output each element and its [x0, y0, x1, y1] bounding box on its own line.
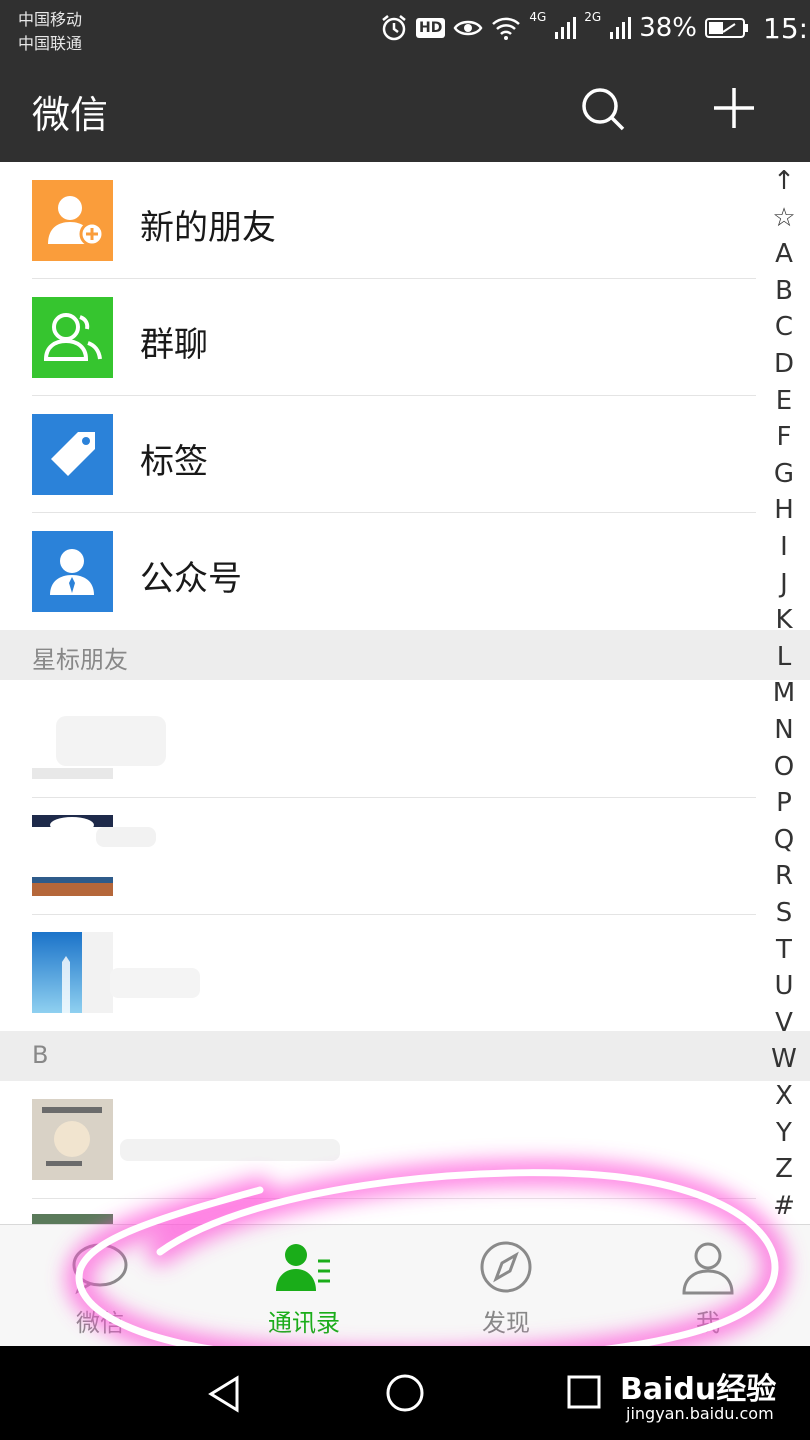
index-letter[interactable]: Z — [766, 1154, 802, 1184]
section-header-starred: 星标朋友 — [0, 630, 810, 680]
index-letter[interactable]: U — [766, 971, 802, 1001]
person-icon — [682, 1242, 734, 1295]
home-icon[interactable] — [384, 1372, 426, 1414]
tab-label: 我 — [696, 1309, 720, 1337]
contact-avatar — [32, 1099, 113, 1180]
index-letter[interactable]: M — [766, 678, 802, 708]
page-title: 微信 — [32, 93, 109, 137]
index-letter[interactable]: S — [766, 898, 802, 928]
contact-name-redacted — [56, 716, 166, 766]
new-friend-icon — [32, 180, 113, 261]
contact-avatar — [32, 1214, 113, 1224]
menu-item-label: 群聊 — [140, 325, 208, 365]
index-letter[interactable]: V — [766, 1008, 802, 1038]
tag-icon — [32, 414, 113, 495]
index-letter[interactable]: R — [766, 861, 802, 891]
index-letter[interactable]: E — [766, 386, 802, 416]
index-letter[interactable]: D — [766, 349, 802, 379]
index-letter[interactable]: P — [766, 788, 802, 818]
carrier-label-1: 中国移动 — [18, 10, 83, 29]
title-bar — [0, 58, 810, 162]
contact-row[interactable] — [0, 1081, 758, 1198]
clock: 15:27 — [763, 11, 810, 45]
tab-chats[interactable]: 微信 — [30, 1225, 170, 1346]
index-letter[interactable]: T — [766, 935, 802, 965]
index-letter[interactable]: B — [766, 276, 802, 306]
compass-icon — [480, 1241, 532, 1293]
eye-icon — [453, 20, 483, 36]
contact-name-redacted — [96, 827, 156, 847]
index-letter[interactable]: F — [766, 422, 802, 452]
index-letter[interactable]: L — [766, 642, 802, 672]
index-letter[interactable]: N — [766, 715, 802, 745]
contacts-icon — [276, 1244, 330, 1291]
bottom-tab-bar: 微信 通讯录 发现 我 — [0, 1224, 810, 1346]
index-letter[interactable]: ☆ — [766, 203, 802, 233]
hd-badge: HD — [416, 18, 446, 38]
tab-me[interactable]: 我 — [638, 1225, 778, 1346]
index-letter[interactable]: A — [766, 239, 802, 269]
tab-discover[interactable]: 发现 — [436, 1225, 576, 1346]
plus-icon — [714, 88, 754, 128]
search-icon — [582, 88, 625, 131]
back-icon[interactable] — [205, 1374, 245, 1414]
contact-name-redacted — [110, 968, 200, 998]
index-letter[interactable]: W — [766, 1044, 802, 1074]
signal-icon-1 — [555, 17, 577, 39]
index-letter[interactable]: O — [766, 752, 802, 782]
contact-name-redacted — [120, 1139, 340, 1161]
wifi-icon — [492, 17, 521, 40]
index-letter[interactable]: K — [766, 605, 802, 635]
contact-row[interactable] — [0, 680, 758, 797]
index-letter[interactable]: J — [766, 569, 802, 599]
signal-icon-2 — [610, 17, 632, 39]
menu-item-label: 公众号 — [140, 559, 242, 599]
status-icons: HD 4G 2G 38% 15:27 — [380, 10, 810, 46]
search-button[interactable] — [580, 86, 626, 132]
contact-row[interactable] — [0, 914, 758, 1031]
battery-percentage: 38% — [639, 13, 698, 43]
contact-row[interactable] — [0, 797, 758, 914]
network-2g: 2G — [584, 10, 602, 24]
battery-icon — [705, 18, 749, 38]
watermark-url: jingyan.baidu.com — [626, 1404, 774, 1423]
tab-contacts[interactable]: 通讯录 — [234, 1225, 374, 1346]
index-letter[interactable]: G — [766, 459, 802, 489]
menu-item-tags[interactable]: 标签 — [0, 396, 758, 513]
index-letter[interactable]: Q — [766, 825, 802, 855]
menu-item-new-friends[interactable]: 新的朋友 — [0, 162, 758, 279]
index-letter[interactable]: C — [766, 312, 802, 342]
add-button[interactable] — [710, 84, 758, 132]
index-letter[interactable]: # — [766, 1191, 802, 1221]
index-letter[interactable]: ↑ — [766, 166, 802, 196]
index-letter[interactable]: X — [766, 1081, 802, 1111]
index-letter[interactable]: H — [766, 495, 802, 525]
alarm-icon — [382, 15, 406, 41]
index-letter[interactable]: I — [766, 532, 802, 562]
section-label: B — [32, 1041, 49, 1069]
menu-item-official-accounts[interactable]: 公众号 — [0, 513, 758, 630]
contact-avatar — [32, 932, 113, 1013]
tab-label: 通讯录 — [268, 1309, 340, 1337]
tab-label: 发现 — [482, 1309, 530, 1337]
chat-bubble-icon — [72, 1243, 128, 1295]
section-header-b: B — [0, 1031, 810, 1081]
carrier-label-2: 中国联通 — [18, 34, 83, 53]
tab-label: 微信 — [76, 1309, 124, 1337]
watermark-brand: Baidu经验 — [620, 1372, 777, 1407]
group-chat-icon — [32, 297, 113, 378]
network-4g: 4G — [529, 10, 547, 24]
official-account-icon — [32, 531, 113, 612]
index-letter[interactable]: Y — [766, 1118, 802, 1148]
recents-icon[interactable] — [566, 1374, 602, 1410]
menu-item-group-chats[interactable]: 群聊 — [0, 279, 758, 396]
section-label: 星标朋友 — [32, 646, 128, 674]
menu-item-label: 新的朋友 — [140, 208, 276, 248]
menu-item-label: 标签 — [140, 442, 208, 482]
divider — [32, 1198, 756, 1199]
